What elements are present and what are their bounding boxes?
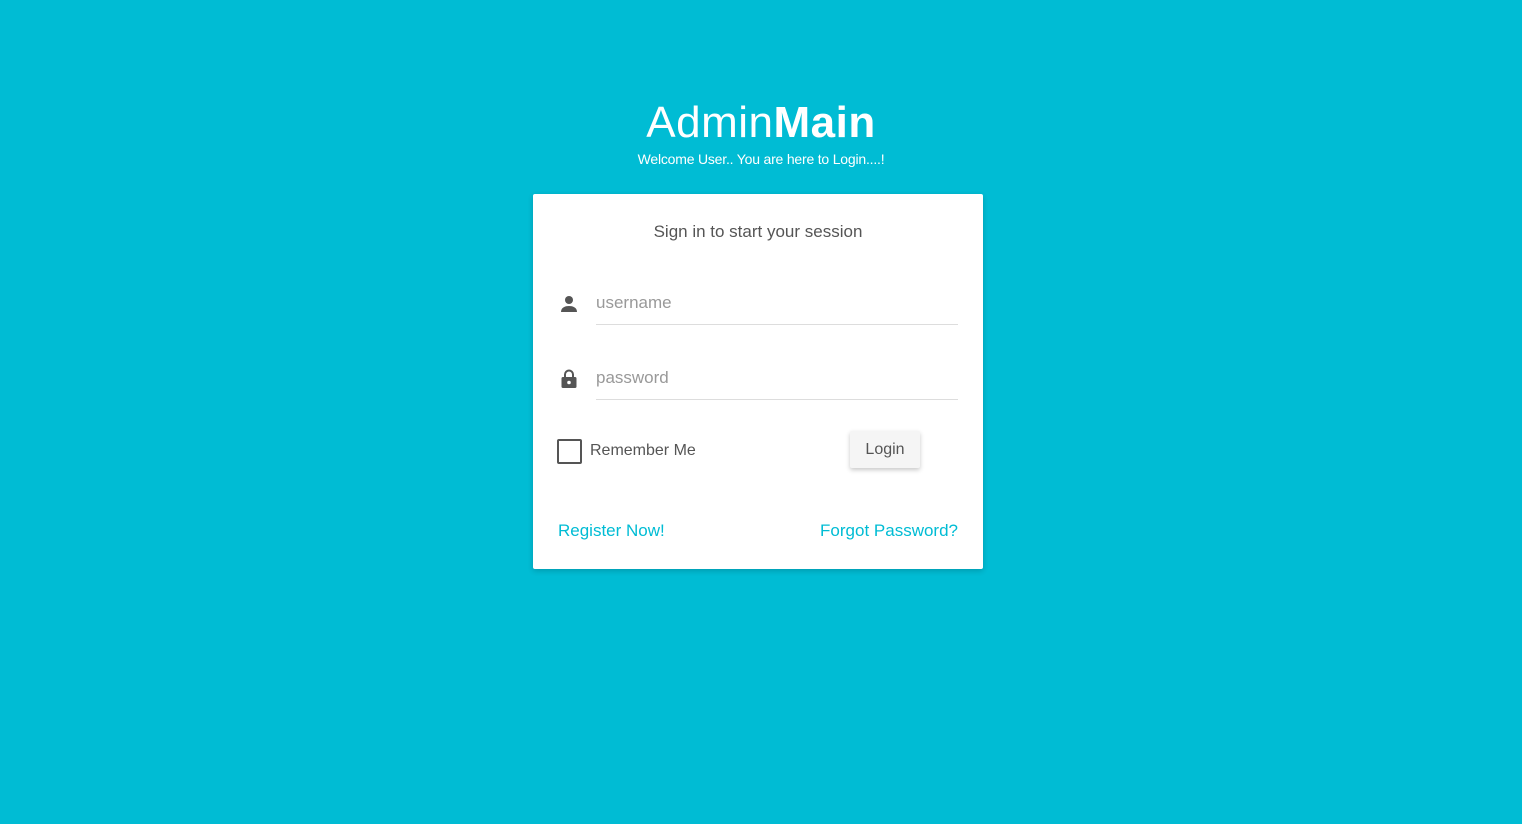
forgot-password-link[interactable]: Forgot Password? <box>820 521 958 541</box>
password-underline <box>596 359 958 400</box>
person-icon <box>557 292 581 316</box>
username-field <box>557 284 958 325</box>
login-box-message: Sign in to start your session <box>653 222 863 241</box>
password-input[interactable] <box>596 363 958 393</box>
logo: AdminMain Welcome User.. You are here to… <box>0 96 1522 168</box>
username-underline <box>596 284 958 325</box>
username-input[interactable] <box>596 288 958 318</box>
password-field <box>557 359 958 400</box>
logo-title: AdminMain <box>0 96 1522 150</box>
login-card: Sign in to start your session Remember M… <box>533 194 983 569</box>
lock-icon <box>557 367 581 391</box>
login-button[interactable]: Login <box>850 431 920 468</box>
logo-title-bold: Main <box>773 98 876 147</box>
remember-me[interactable]: Remember Me <box>557 438 696 464</box>
logo-subtitle: Welcome User.. You are here to Login....… <box>637 151 885 167</box>
logo-title-light: Admin <box>646 98 774 147</box>
remember-me-checkbox[interactable] <box>557 438 582 464</box>
register-link[interactable]: Register Now! <box>558 521 665 541</box>
remember-me-label: Remember Me <box>590 442 696 459</box>
